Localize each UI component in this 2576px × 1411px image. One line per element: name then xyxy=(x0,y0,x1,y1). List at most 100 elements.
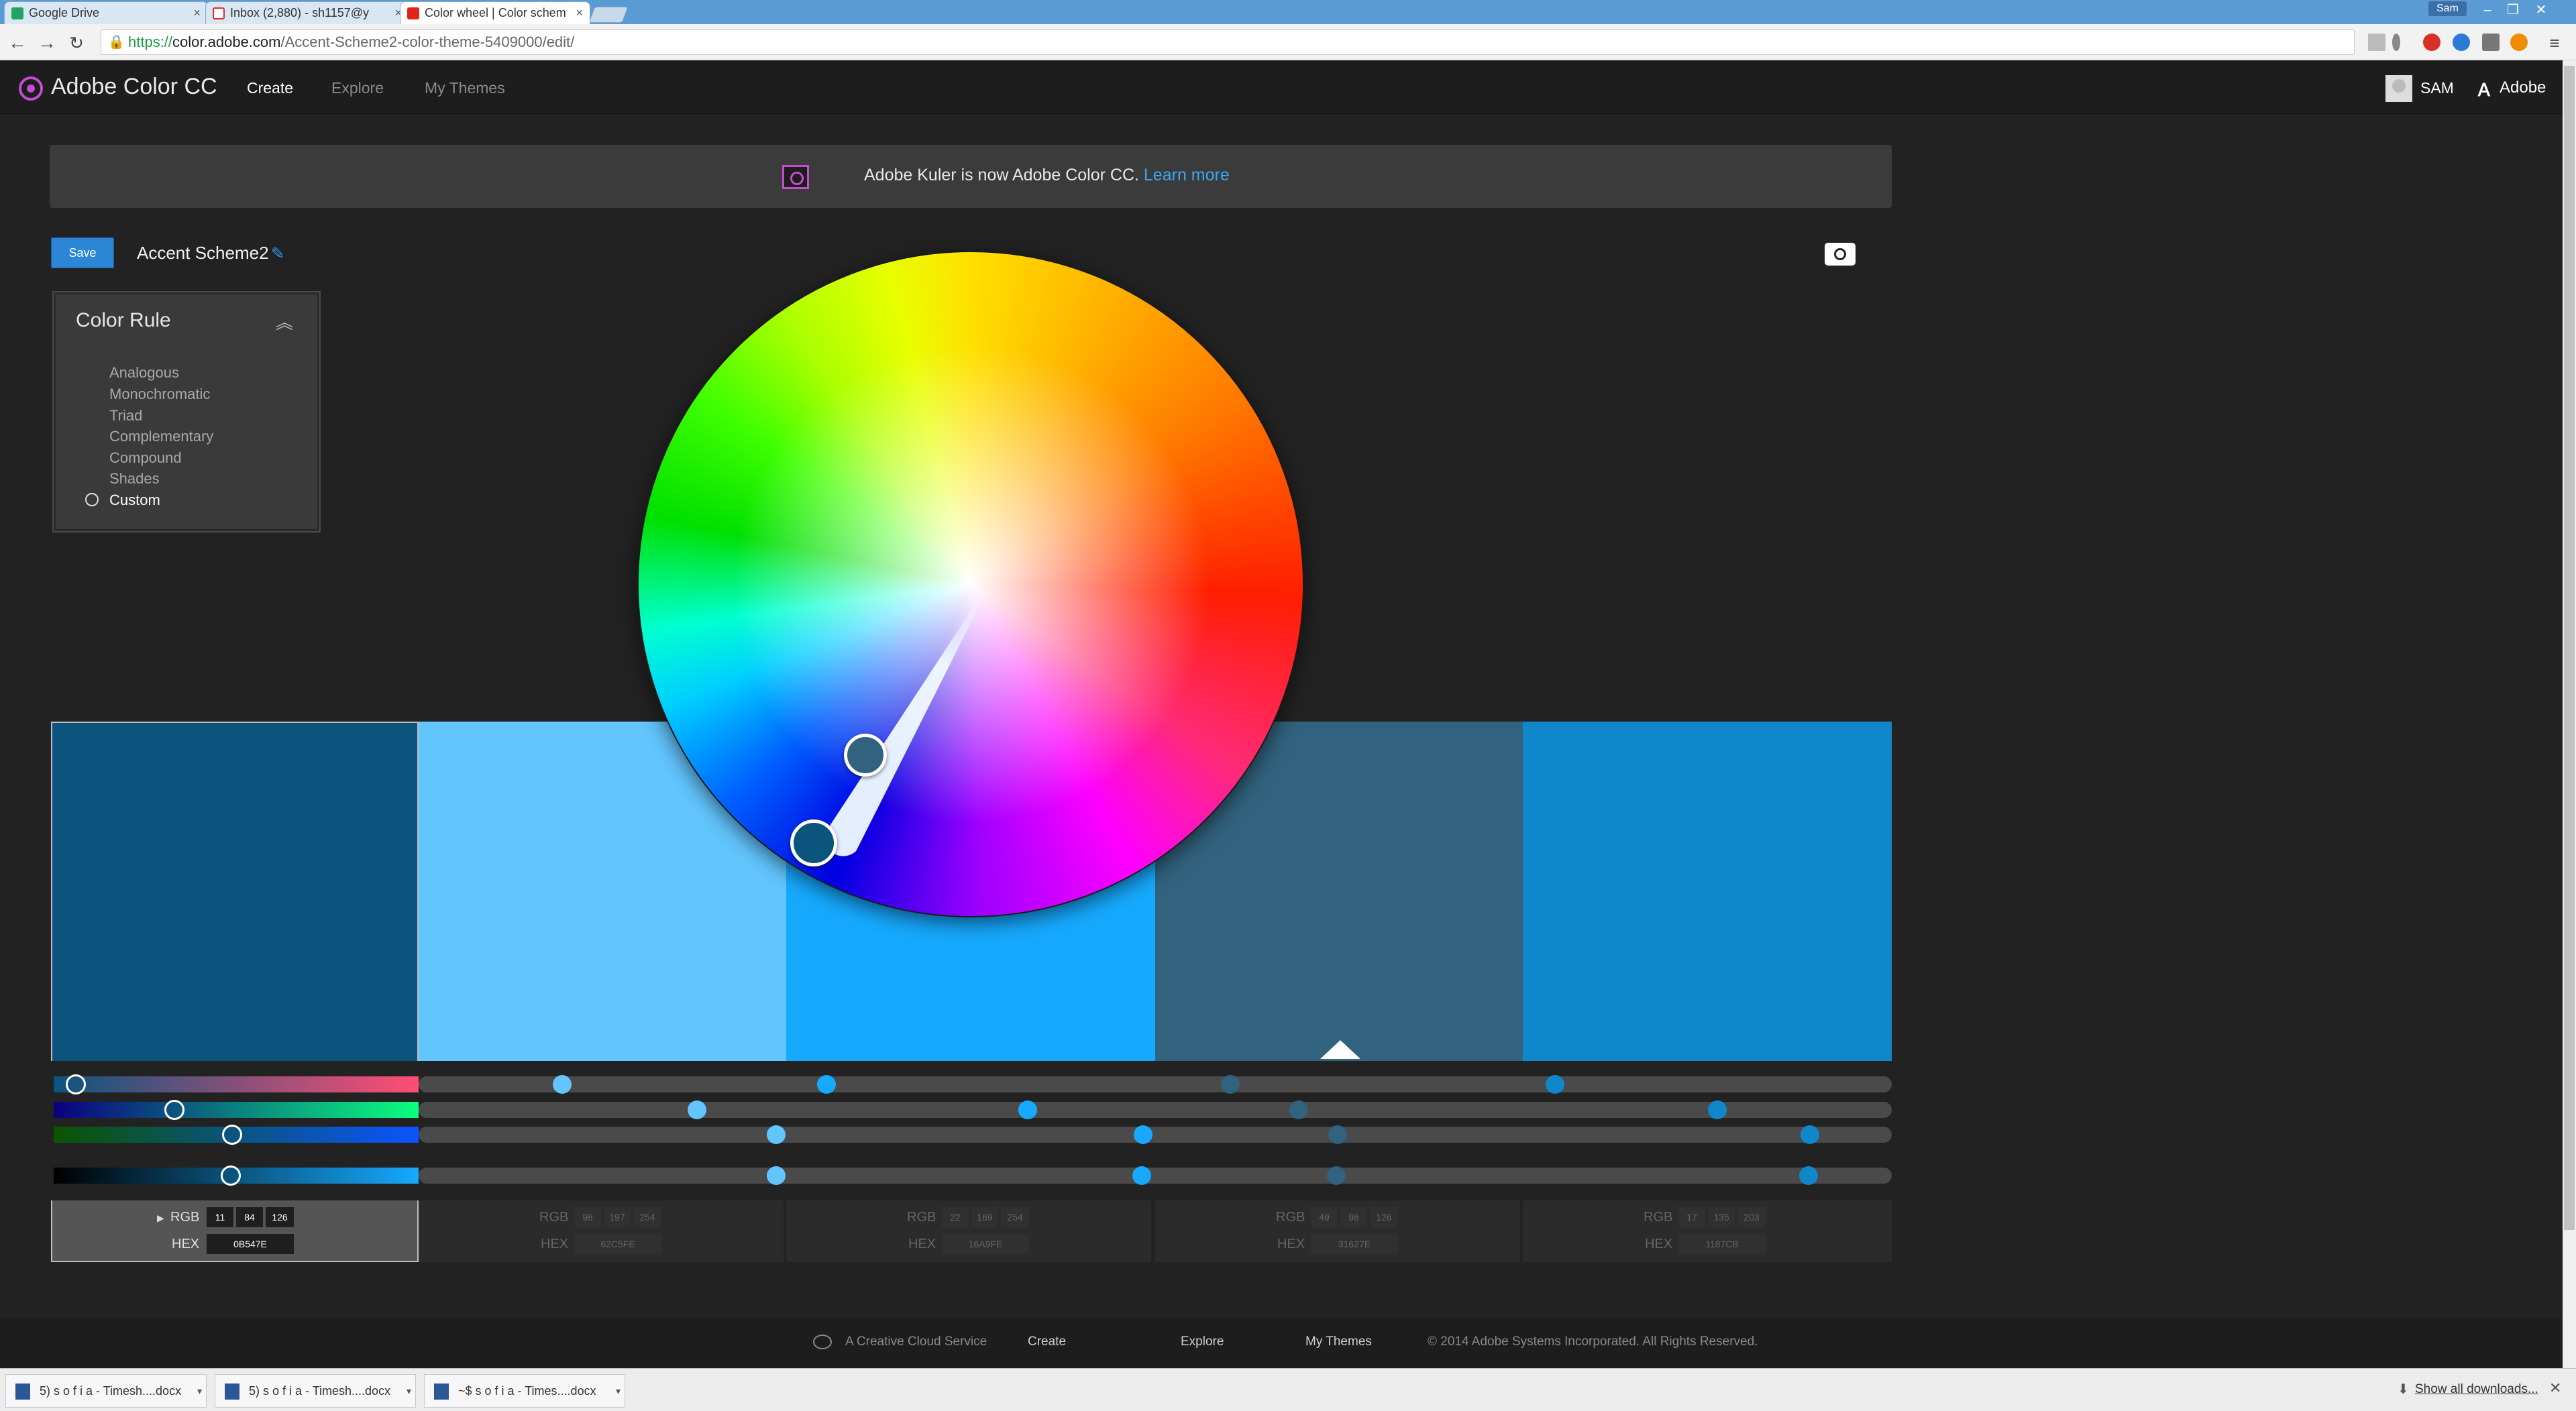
tab-google-drive[interactable]: Google Drive × xyxy=(4,1,208,24)
swatch-1[interactable] xyxy=(51,722,419,1061)
nav-my-themes[interactable]: My Themes xyxy=(425,79,505,97)
rgb-b-field[interactable]: 254 xyxy=(633,1207,661,1227)
cast-icon[interactable] xyxy=(2482,34,2500,51)
new-tab-button[interactable] xyxy=(588,7,629,23)
tab-color-wheel[interactable]: Color wheel | Color schem × xyxy=(400,1,590,24)
nav-create[interactable]: Create xyxy=(247,79,293,97)
rgb-r-field[interactable]: 49 xyxy=(1311,1207,1338,1227)
url-field[interactable]: 🔒 https://color.adobe.com/Accent-Scheme2-… xyxy=(101,30,2355,55)
slider-knob[interactable] xyxy=(1327,1166,1346,1185)
hex-field[interactable]: 1187CB xyxy=(1678,1234,1766,1254)
slider-blue-track[interactable] xyxy=(419,1127,1892,1143)
chevron-down-icon[interactable]: ▾ xyxy=(616,1375,621,1407)
rgb-b-field[interactable]: 203 xyxy=(1737,1207,1766,1227)
star-icon[interactable] xyxy=(2368,34,2385,51)
slider-knob[interactable] xyxy=(767,1125,786,1144)
download-item[interactable]: 5) s o f i a - Timesh....docx ▾ xyxy=(5,1374,207,1408)
reload-icon[interactable]: ↻ xyxy=(64,31,89,55)
close-icon[interactable]: × xyxy=(193,6,201,20)
download-item[interactable]: 5) s o f i a - Timesh....docx ▾ xyxy=(215,1374,416,1408)
brand-title[interactable]: Adobe Color CC xyxy=(51,74,217,100)
pencil-icon[interactable]: ✎ xyxy=(271,244,287,263)
rgb-r-field[interactable]: 11 xyxy=(207,1207,233,1227)
back-icon[interactable]: ← xyxy=(5,31,30,55)
window-close-icon[interactable]: ✕ xyxy=(2529,0,2553,20)
slider-knob-brightness-selected[interactable] xyxy=(221,1166,241,1186)
rgb-r-field[interactable]: 98 xyxy=(574,1207,601,1227)
slider-knob[interactable] xyxy=(1134,1125,1152,1144)
close-icon[interactable]: ✕ xyxy=(2549,1379,2561,1397)
chevron-down-icon[interactable]: ▾ xyxy=(407,1375,411,1407)
close-icon[interactable]: × xyxy=(576,6,583,20)
hex-field[interactable]: 31627E xyxy=(1311,1234,1398,1254)
slider-knob[interactable] xyxy=(1018,1100,1037,1119)
rule-custom[interactable]: Custom xyxy=(109,492,160,509)
extension-red-icon[interactable] xyxy=(2423,34,2440,51)
slider-knob[interactable] xyxy=(1708,1100,1727,1119)
hex-field[interactable]: 0B547E xyxy=(207,1234,294,1254)
slider-knob[interactable] xyxy=(1221,1075,1240,1094)
footer-explore[interactable]: Explore xyxy=(1181,1335,1224,1349)
learn-more-link[interactable]: Learn more xyxy=(1144,166,1230,184)
minimize-icon[interactable]: – xyxy=(2475,0,2500,20)
avatar[interactable] xyxy=(2385,75,2412,102)
rgb-g-field[interactable]: 197 xyxy=(604,1207,631,1227)
user-name[interactable]: SAM xyxy=(2420,79,2454,97)
color-rule-title[interactable]: Color Rule xyxy=(76,309,171,332)
nav-explore[interactable]: Explore xyxy=(331,79,384,97)
adobe-color-logo-icon[interactable] xyxy=(19,76,43,101)
menu-icon[interactable]: ≡ xyxy=(2542,31,2567,55)
slider-knob[interactable] xyxy=(1799,1166,1818,1185)
slider-green-track[interactable] xyxy=(419,1102,1892,1118)
rule-shades[interactable]: Shades xyxy=(109,470,160,488)
slider-knob[interactable] xyxy=(1132,1166,1151,1185)
slider-green-gradient[interactable] xyxy=(54,1102,419,1118)
collapse-icon[interactable]: ︽ xyxy=(276,309,293,334)
wheel-marker-shade[interactable] xyxy=(844,734,887,777)
hex-field[interactable]: 16A9FE xyxy=(942,1234,1029,1254)
slider-knob[interactable] xyxy=(1801,1125,1819,1144)
tab-inbox[interactable]: Inbox (2,880) - sh1157@y × xyxy=(205,1,409,24)
restore-icon[interactable]: ❐ xyxy=(2501,0,2525,20)
slider-red-gradient[interactable] xyxy=(54,1076,419,1092)
show-all-downloads-link[interactable]: Show all downloads... xyxy=(2415,1382,2538,1397)
camera-icon[interactable] xyxy=(1825,243,1856,266)
wheel-marker-base[interactable] xyxy=(790,820,837,866)
slider-knob[interactable] xyxy=(817,1075,836,1094)
slider-knob[interactable] xyxy=(1289,1100,1308,1119)
slider-knob[interactable] xyxy=(688,1100,706,1119)
chevron-down-icon[interactable]: ▾ xyxy=(197,1375,202,1407)
slider-knob-blue-selected[interactable] xyxy=(222,1125,242,1145)
adobe-logo-icon[interactable]: Ａ xyxy=(2475,76,2493,101)
scrollbar-thumb[interactable] xyxy=(2564,66,2575,1230)
adobe-link[interactable]: Adobe xyxy=(2500,78,2546,97)
rgb-b-field[interactable]: 126 xyxy=(1370,1207,1398,1227)
rule-monochromatic[interactable]: Monochromatic xyxy=(109,386,210,403)
extension-orange-icon[interactable] xyxy=(2510,34,2528,51)
color-wheel[interactable] xyxy=(637,251,1304,917)
rgb-r-field[interactable]: 17 xyxy=(1678,1207,1705,1227)
extension-blue-icon[interactable] xyxy=(2453,34,2470,51)
expand-arrow-icon[interactable]: ▶ xyxy=(157,1212,164,1224)
swatch-5[interactable] xyxy=(1523,722,1892,1061)
hex-field[interactable]: 62C5FE xyxy=(574,1234,661,1254)
footer-my-themes[interactable]: My Themes xyxy=(1305,1335,1372,1349)
rgb-g-field[interactable]: 98 xyxy=(1340,1207,1367,1227)
save-button[interactable]: Save xyxy=(51,237,114,268)
rgb-g-field[interactable]: 169 xyxy=(971,1207,998,1227)
slider-knob[interactable] xyxy=(767,1166,786,1185)
rgb-g-field[interactable]: 84 xyxy=(236,1207,263,1227)
key-icon[interactable] xyxy=(2392,34,2400,51)
download-item[interactable]: ~$ s o f i a - Times....docx ▾ xyxy=(424,1374,625,1408)
rgb-b-field[interactable]: 254 xyxy=(1001,1207,1029,1227)
theme-name[interactable]: Accent Scheme2 xyxy=(137,243,269,264)
rgb-g-field[interactable]: 135 xyxy=(1708,1207,1735,1227)
window-user-badge[interactable]: Sam xyxy=(2428,1,2467,16)
slider-red-track[interactable] xyxy=(419,1076,1892,1092)
radio-custom[interactable] xyxy=(85,493,99,506)
slider-knob[interactable] xyxy=(1328,1125,1347,1144)
rule-triad[interactable]: Triad xyxy=(109,407,142,425)
slider-knob[interactable] xyxy=(1546,1075,1564,1094)
rule-analogous[interactable]: Analogous xyxy=(109,364,179,382)
slider-knob-red-selected[interactable] xyxy=(66,1074,86,1094)
